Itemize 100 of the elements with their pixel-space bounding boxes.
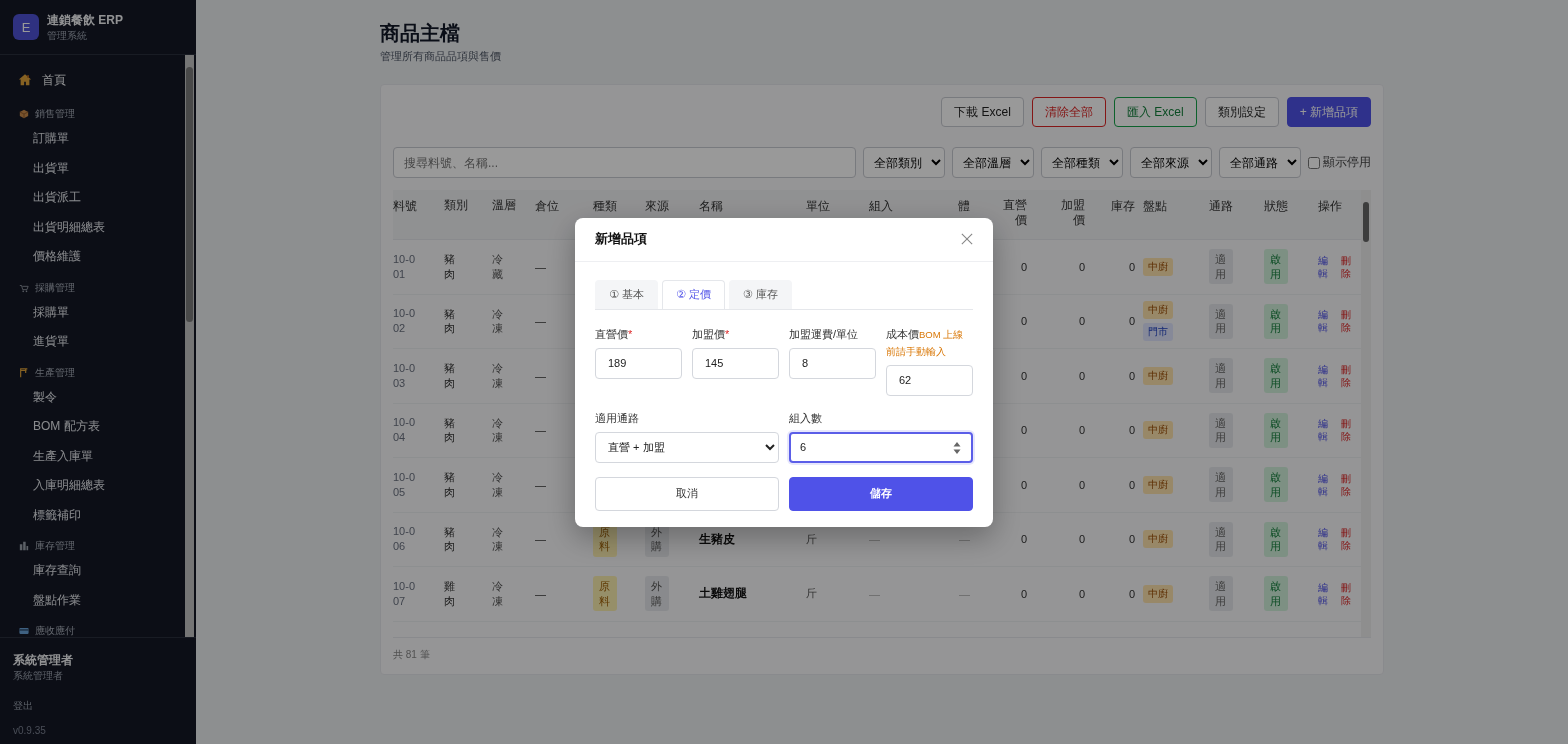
column-header: 狀態 [1264, 198, 1288, 215]
nav-item[interactable]: 出貨派工 [0, 183, 81, 213]
nav-item[interactable]: 入庫明細總表 [0, 471, 105, 501]
delete-link[interactable]: 刪除 [1340, 526, 1351, 553]
number-field[interactable]: 6 [789, 431, 973, 463]
toolbar-button[interactable]: 類別設定 [1204, 97, 1279, 127]
channel-tag: 適用 [1209, 249, 1233, 285]
box-icon [19, 109, 29, 119]
table-cell: 0 [1020, 369, 1027, 382]
filter-dropdown[interactable]: 全部溫層 [952, 147, 1034, 178]
nav-item[interactable]: 出貨單 [0, 153, 69, 183]
filter-dropdown[interactable]: 全部來源 [1130, 147, 1212, 178]
column-header: 體 [958, 198, 970, 215]
nav-item[interactable]: 盤點作業 [0, 585, 81, 615]
save-button[interactable]: 儲存 [789, 476, 973, 511]
table-cell: 0 [1128, 478, 1135, 491]
nav-item[interactable]: 出貨明細總表 [0, 212, 105, 242]
scrollbar[interactable] [1361, 190, 1371, 637]
nav-group-label: 庫存管理 [35, 539, 75, 553]
input-field[interactable]: 145 [692, 347, 779, 379]
table-cell: 0 [1078, 260, 1085, 273]
table-cell: 0 [1020, 315, 1027, 328]
toolbar-button[interactable]: 匯入 Excel [1113, 97, 1197, 127]
record-count: 共 81 筆 [393, 649, 430, 660]
close-icon[interactable] [961, 232, 973, 245]
table-cell: 生豬皮 [699, 531, 735, 546]
edit-link[interactable]: 編輯 [1318, 417, 1329, 444]
edit-link[interactable]: 編輯 [1318, 580, 1329, 607]
table-cell-text: 10-004 [393, 415, 417, 446]
app-logo: E [13, 14, 39, 40]
nav-item[interactable]: 進貨單 [0, 327, 69, 357]
edit-link[interactable]: 編輯 [1318, 471, 1329, 498]
tab[interactable]: ① 基本 [595, 279, 658, 309]
table-cell: — [535, 478, 546, 491]
search-field[interactable]: 搜尋料號、名稱... [393, 147, 856, 178]
scrollbar[interactable] [185, 55, 194, 637]
delete-link[interactable]: 刪除 [1340, 362, 1351, 389]
channel-tag: 適用 [1209, 303, 1233, 339]
nav-item[interactable]: 生產入庫單 [0, 441, 93, 471]
channel-tag: 適用 [1209, 521, 1233, 557]
channel-dropdown[interactable]: 直營 + 加盟 [595, 431, 779, 463]
table-cell: 0 [1020, 424, 1027, 437]
tab[interactable]: ② 定價 [661, 279, 725, 309]
table-cell-text: 10-003 [393, 360, 417, 391]
nav-group-label: 銷售管理 [35, 107, 75, 121]
channel-tag: 適用 [1209, 576, 1233, 612]
table-cell: 冷凍 [492, 415, 504, 445]
input-field[interactable]: 62 [886, 364, 973, 396]
status-tag: 啟用 [1264, 412, 1288, 448]
column-header: 直營價 [1002, 198, 1027, 228]
table-cell: 0 [1128, 587, 1135, 600]
column-header: 庫存 [1111, 198, 1135, 215]
filter-dropdown[interactable]: 全部通路 [1219, 147, 1301, 178]
table-cell: — [535, 260, 546, 273]
checkbox[interactable] [1308, 156, 1320, 169]
edit-link[interactable]: 編輯 [1318, 308, 1329, 335]
channel-tag: 適用 [1209, 467, 1233, 503]
filter-dropdown[interactable]: 全部類別 [863, 147, 945, 178]
table-cell: 0 [1128, 369, 1135, 382]
column-header: 組入 [869, 198, 893, 215]
table-cell: 0 [1020, 260, 1027, 273]
table-cell-text: 10-002 [393, 306, 417, 337]
delete-link[interactable]: 刪除 [1340, 580, 1351, 607]
delete-link[interactable]: 刪除 [1340, 417, 1351, 444]
logout-link[interactable]: 登出 [13, 699, 33, 713]
table-cell: 豬肉 [444, 252, 456, 282]
nav-item[interactable]: 採購單 [0, 297, 69, 327]
nav-item[interactable]: 首頁 [0, 62, 66, 98]
delete-link[interactable]: 刪除 [1340, 471, 1351, 498]
edit-link[interactable]: 編輯 [1318, 526, 1329, 553]
nav-item[interactable]: 訂購單 [0, 124, 69, 154]
spinner-icon[interactable] [953, 440, 961, 455]
delete-link[interactable]: 刪除 [1340, 308, 1351, 335]
input-field[interactable]: 8 [789, 347, 876, 379]
modal-title: 新增品項 [595, 229, 647, 248]
toolbar-button[interactable]: 清除全部 [1031, 97, 1106, 127]
column-header: 加盟價 [1060, 198, 1085, 228]
edit-link[interactable]: 編輯 [1318, 362, 1329, 389]
nav-item[interactable]: BOM 配方表 [0, 412, 100, 442]
table-cell: 冷凍 [492, 306, 504, 336]
tab[interactable]: ③ 庫存 [728, 279, 792, 309]
filter-dropdown[interactable]: 全部種類 [1041, 147, 1123, 178]
table-cell: — [959, 587, 970, 600]
delete-link[interactable]: 刪除 [1340, 253, 1351, 280]
edit-link[interactable]: 編輯 [1318, 253, 1329, 280]
cancel-button[interactable]: 取消 [595, 476, 779, 511]
toolbar-button[interactable]: 下載 Excel [941, 97, 1024, 127]
nav-item[interactable]: 製令 [0, 382, 57, 412]
nav-item[interactable]: 價格維護 [0, 242, 81, 272]
table-cell: — [535, 369, 546, 382]
status-tag: 啟用 [1264, 303, 1288, 339]
table-cell: 豬肉 [444, 415, 456, 445]
input-field[interactable]: 189 [595, 347, 682, 379]
nav-item[interactable]: 庫存查詢 [0, 556, 81, 586]
nav-item[interactable]: 標籤補印 [0, 500, 81, 530]
field-label: 組入數 [789, 410, 823, 426]
status-tag: 啟用 [1264, 576, 1288, 612]
table-cell: 0 [1078, 478, 1085, 491]
checkbox-label: 顯示停用 [1323, 154, 1371, 171]
toolbar-button[interactable]: + 新增品項 [1286, 97, 1371, 127]
